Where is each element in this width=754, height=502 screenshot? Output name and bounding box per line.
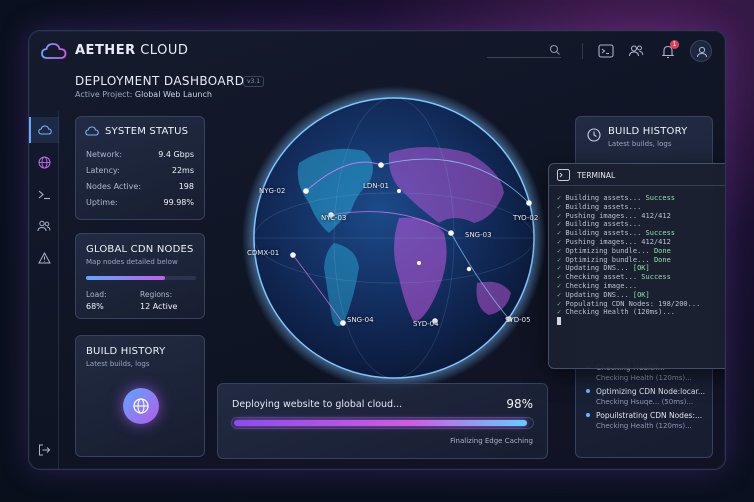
- stat-value: 22ms: [171, 166, 194, 175]
- regions-label: Regions:: [140, 290, 173, 299]
- app-window: AETHER CLOUD 1 DEPLOYMENT DASHBOARD v3.1…: [28, 30, 726, 470]
- terminal-line: ✓ Populating CDN Nodes: 198/200...: [557, 299, 701, 308]
- deploy-substatus: Finalizing Edge Caching: [450, 437, 533, 445]
- system-status-title: SYSTEM STATUS: [105, 126, 189, 137]
- system-status-card: SYSTEM STATUS Network: 9.4 Gbps Latency:…: [75, 116, 205, 220]
- deploy-percent: 98%: [506, 397, 533, 411]
- cdn-subtitle: Map nodes detailed below: [86, 258, 178, 266]
- warning-icon: [37, 252, 51, 264]
- build-history-subtitle: Latest builds, logs: [86, 360, 150, 368]
- history-item[interactable]: Optimizing CDN Node:locar... Checking Hsu…: [586, 387, 705, 406]
- avatar[interactable]: [690, 40, 712, 62]
- city-label: TYO-02: [513, 214, 539, 222]
- terminal-line: ✓ Checking Health (120ms)...: [557, 308, 676, 317]
- cloud-logo-icon: [41, 43, 67, 59]
- status-dot: [586, 413, 590, 417]
- logout-icon: [38, 444, 50, 456]
- sidebar-item-cloud[interactable]: [29, 117, 59, 143]
- load-value: 68%: [86, 302, 104, 311]
- sidebar: [29, 111, 59, 469]
- notification-badge: 1: [670, 40, 679, 49]
- history-item[interactable]: Popuilstrating CDN Nodes:... Checking Hea…: [586, 411, 702, 430]
- terminal-line: ✓ Checking image...: [557, 281, 638, 290]
- terminal-line: ✓ Building assets... Success: [557, 194, 676, 202]
- cdn-progress-fill: [86, 276, 166, 280]
- top-bar: AETHER CLOUD 1: [29, 31, 725, 71]
- terminal-line: ✓ Updating DNS... [OK]: [557, 290, 650, 299]
- deploy-progress-card: Deploying website to global cloud... 98%…: [217, 383, 548, 459]
- status-dot: [586, 389, 590, 393]
- deploy-status-text: Deploying website to global cloud...: [232, 399, 403, 410]
- header-divider: [582, 43, 583, 59]
- city-label: NYC-03: [321, 214, 347, 222]
- terminal-line: ✓ Building assets... Success: [557, 229, 676, 238]
- globe-icon: [38, 156, 50, 168]
- sidebar-item-alerts[interactable]: [29, 245, 59, 271]
- prompt-icon: [38, 190, 50, 199]
- page-title: DEPLOYMENT DASHBOARD: [75, 74, 245, 88]
- active-project: Active Project: Global Web Launch: [75, 90, 212, 99]
- sidebar-item-terminal[interactable]: [29, 181, 59, 207]
- city-label: SNG-04: [347, 316, 374, 324]
- users-icon[interactable]: [627, 42, 645, 60]
- sidebar-item-logout[interactable]: [29, 437, 59, 463]
- load-label: Load:: [86, 290, 107, 299]
- terminal-output: ✓ Building assets... Success ✓ Building a…: [557, 194, 700, 326]
- sidebar-item-globe[interactable]: [29, 149, 59, 175]
- stat-value: 99.98%: [163, 198, 194, 207]
- terminal-line: ✓ Updating DNS... [OK]: [557, 264, 650, 273]
- deploy-progress-track: [231, 417, 534, 429]
- stat-value: 198: [178, 182, 194, 191]
- city-label: SYD-05: [505, 316, 531, 324]
- cloud-icon: [38, 125, 52, 135]
- build-history-subtitle: Latest builds, logs: [608, 140, 672, 148]
- cdn-nodes-card: GLOBAL CDN NODES Map nodes detailed belo…: [75, 233, 205, 319]
- globe-visualization[interactable]: NYG-02 LDN-01 NYC-03 TYO-02 SNG-03 CDMX-…: [239, 83, 549, 393]
- user-icon: [697, 46, 707, 58]
- terminal-line: ✓ Optimizing bundle... Done: [557, 255, 671, 264]
- terminal-line: ✓ Checking asset... Success: [557, 273, 671, 282]
- stat-value: 9.4 Gbps: [158, 150, 194, 159]
- terminal-window[interactable]: TERMINAL ✓ Building assets... Success ✓ B…: [548, 163, 725, 369]
- sidebar-item-users[interactable]: [29, 213, 59, 239]
- cloud-icon: [85, 126, 99, 136]
- city-label: SYD-04: [413, 320, 439, 328]
- deploy-progress-fill: [234, 420, 528, 426]
- terminal-icon: [557, 169, 570, 181]
- terminal-title: TERMINAL: [577, 171, 616, 180]
- stat-label: Nodes Active:: [86, 182, 142, 191]
- city-label: SNG-03: [465, 231, 492, 239]
- terminal-icon[interactable]: [597, 42, 615, 60]
- cdn-progress-track: [86, 276, 196, 280]
- city-label: NYG-02: [259, 187, 286, 195]
- city-label: CDMX-01: [247, 249, 280, 257]
- stat-label: Network:: [86, 150, 123, 159]
- regions-value: 12 Active: [140, 302, 178, 311]
- build-history-title: BUILD HISTORY: [86, 346, 166, 357]
- terminal-line: ✓ Pushing images... 412/412: [557, 237, 671, 246]
- build-history-card-left[interactable]: BUILD HISTORY Latest builds, logs: [75, 335, 205, 457]
- city-label: LDN-01: [363, 182, 389, 190]
- terminal-line: ✓ Pushing images... 412/412: [557, 211, 671, 220]
- stat-label: Latency:: [86, 166, 120, 175]
- globe-graphic: [242, 86, 546, 390]
- globe-icon: [133, 398, 149, 414]
- terminal-header: TERMINAL: [549, 164, 725, 186]
- search-input[interactable]: [487, 57, 561, 58]
- terminal-line: ✓ Optimizing bundle... Done: [557, 246, 671, 255]
- search-icon[interactable]: [549, 44, 561, 56]
- cdn-title: GLOBAL CDN NODES: [86, 244, 194, 255]
- history-icon: [587, 128, 601, 142]
- globe-button[interactable]: [123, 388, 159, 424]
- app-title: AETHER CLOUD: [75, 43, 189, 58]
- terminal-line: ✓ Building assets...: [557, 202, 642, 211]
- build-history-title: BUILD HISTORY: [608, 126, 688, 137]
- stat-label: Uptime:: [86, 198, 118, 207]
- team-icon: [37, 220, 51, 232]
- terminal-cursor: [557, 317, 561, 326]
- terminal-line: ✓ Building assets...: [557, 220, 642, 229]
